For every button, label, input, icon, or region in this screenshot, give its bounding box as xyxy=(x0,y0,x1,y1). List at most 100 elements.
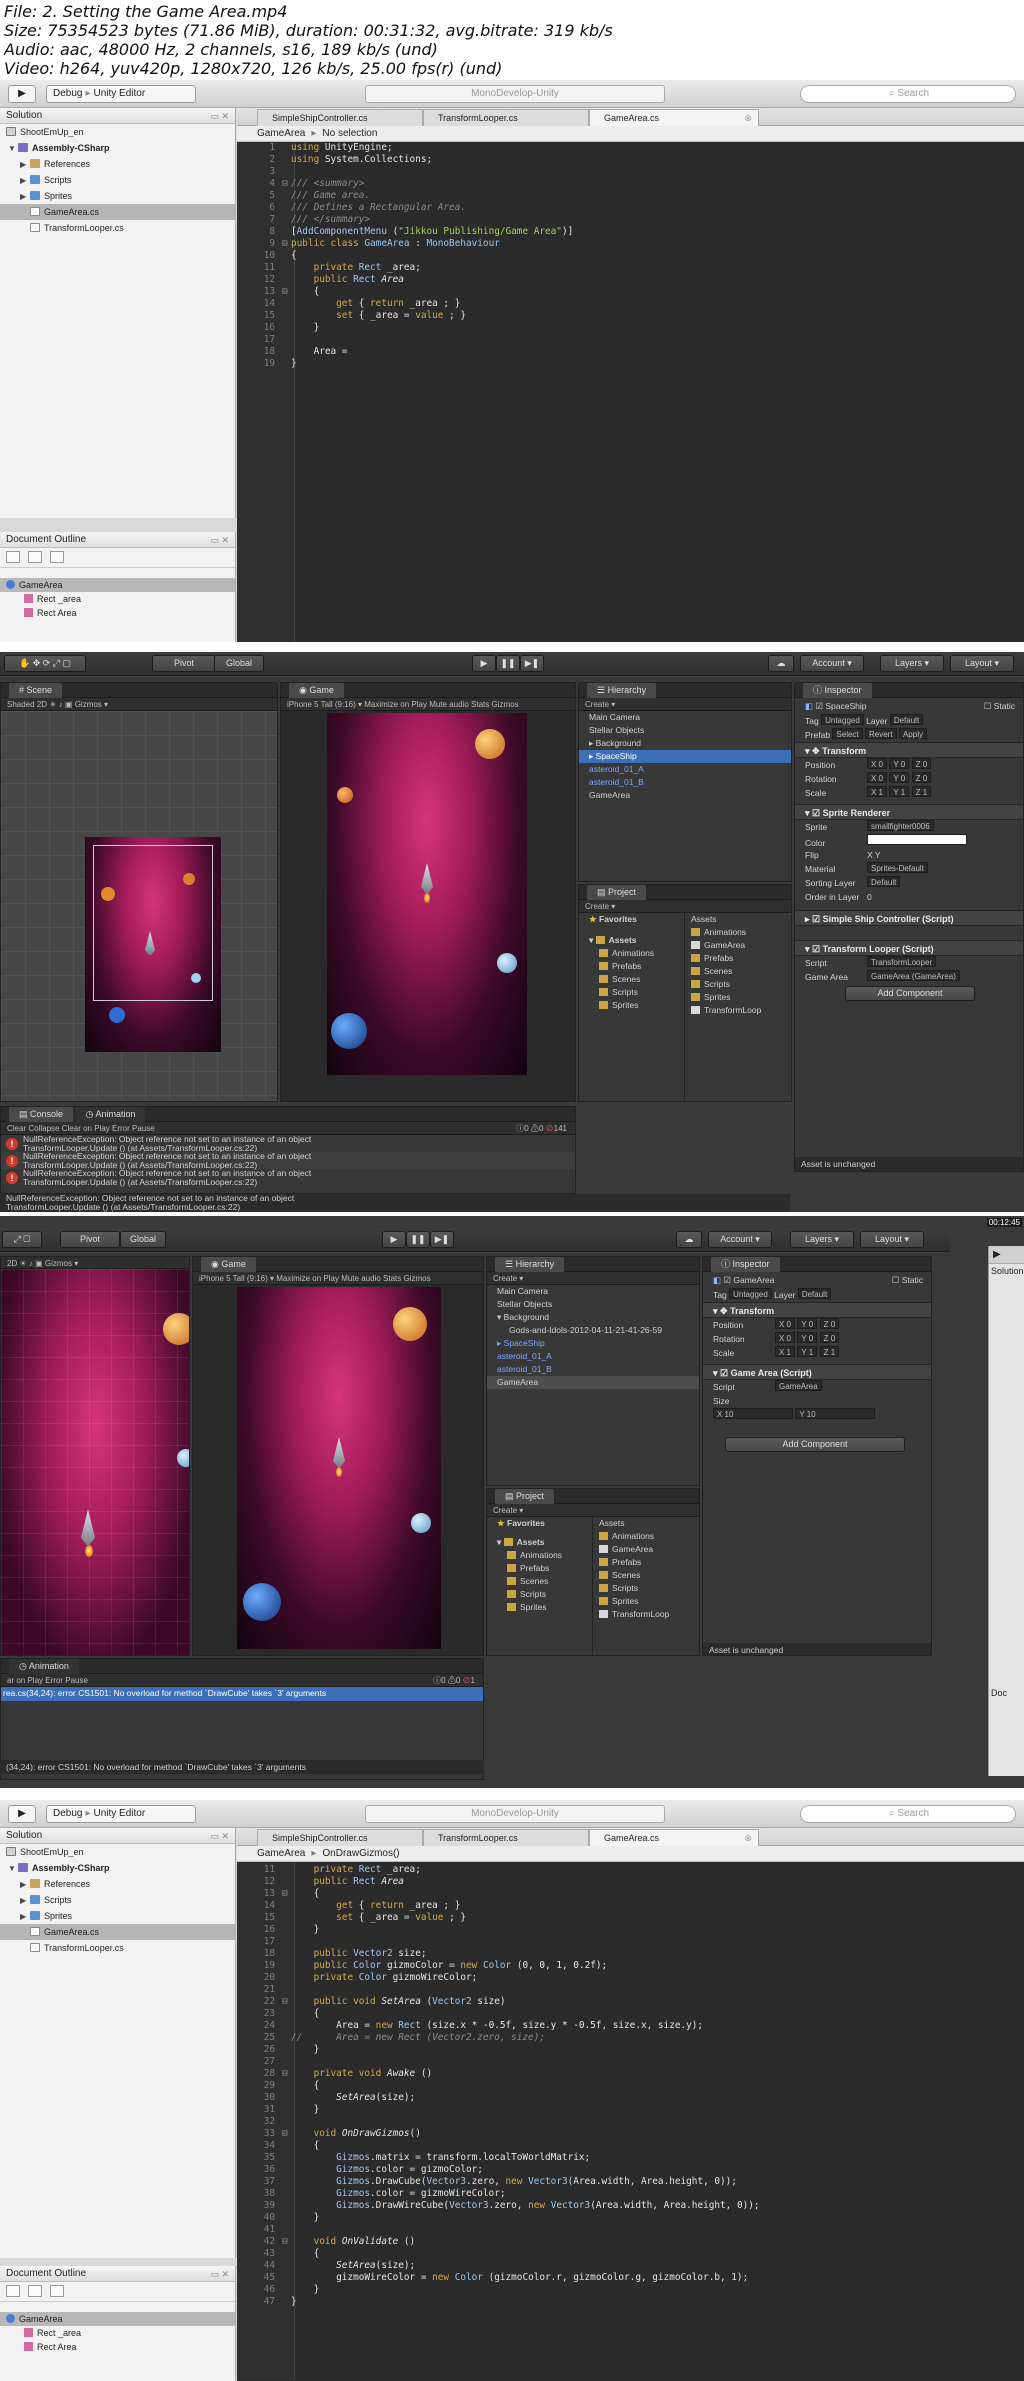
outline-tool-icon[interactable] xyxy=(6,2285,20,2297)
tree-gamearea-cs[interactable]: GameArea.cs xyxy=(0,1924,235,1940)
transform-tools[interactable]: ✋ ✥ ⟳ ⤢ ▢ xyxy=(4,655,86,672)
tab-simpleshipcontroller[interactable]: SimpleShipController.cs xyxy=(257,1829,423,1846)
code-line[interactable]: 47} xyxy=(237,2296,1024,2308)
tab-transformlooper[interactable]: TransformLooper.cs xyxy=(423,1829,589,1846)
code-line[interactable]: 33 ⊟ void OnDrawGizmos() xyxy=(237,2128,1024,2140)
code-line[interactable]: 14 get { return _area ; } xyxy=(237,298,1024,310)
asset-item[interactable]: Scripts xyxy=(595,1582,699,1595)
assets-root[interactable]: ▾ Assets xyxy=(487,1536,592,1549)
code-line[interactable]: 17 xyxy=(237,1936,1024,1948)
asset-item[interactable]: Prefabs xyxy=(595,1556,699,1569)
layout-dropdown[interactable]: Layout ▾ xyxy=(950,655,1014,672)
outline-tool-icon[interactable] xyxy=(50,2285,64,2297)
outline-class-item[interactable]: GameArea xyxy=(0,2312,235,2326)
console-error-line[interactable]: ! NullReferenceException: Object referenc… xyxy=(1,1135,575,1152)
code-line[interactable]: 23 { xyxy=(237,2008,1024,2020)
tab-gamearea[interactable]: GameArea.cs ⊗ xyxy=(589,109,759,126)
tl-component-header[interactable]: ▾ ☑ Transform Looper (Script) xyxy=(795,940,1023,956)
asset-item[interactable]: Prefabs xyxy=(687,952,791,965)
tab-transformlooper[interactable]: TransformLooper.cs xyxy=(423,109,589,126)
tree-sprites[interactable]: ▶ Sprites xyxy=(0,1908,235,1924)
add-component-button[interactable]: Add Component xyxy=(845,986,975,1001)
tree-transformlooper-cs[interactable]: TransformLooper.cs xyxy=(0,220,235,236)
pivot-toggle[interactable]: Pivot xyxy=(152,655,216,672)
favorites-item[interactable]: ★ Favorites xyxy=(579,913,684,926)
inspector-tab[interactable]: ⓘ Inspector xyxy=(703,1257,931,1272)
scene-grid[interactable] xyxy=(1,711,277,1101)
layer-dropdown[interactable]: Default xyxy=(797,1288,832,1299)
project-tab[interactable]: ▤ Project xyxy=(487,1489,699,1504)
code-line[interactable]: 21 xyxy=(237,1984,1024,1996)
object-name-field[interactable]: GameArea xyxy=(733,1275,774,1285)
cloud-button[interactable]: ☁ xyxy=(768,655,794,672)
pivot-toggle[interactable]: Pivot xyxy=(60,1231,120,1248)
asset-folder[interactable]: Sprites xyxy=(487,1601,592,1614)
code-line[interactable]: 9 ⊟ public class GameArea : MonoBehaviour xyxy=(237,238,1024,250)
step-button[interactable]: ▶❚ xyxy=(430,1231,454,1248)
search-box[interactable]: ⌕ Search xyxy=(800,1805,1016,1823)
code-line[interactable]: 35 Gizmos.matrix = transform.localToWorl… xyxy=(237,2152,1024,2164)
tag-dropdown[interactable]: Untagged xyxy=(821,714,864,725)
code-line[interactable]: 7 /// </summary> xyxy=(237,214,1024,226)
assets-breadcrumb[interactable]: Assets xyxy=(687,913,791,926)
tree-sprites[interactable]: ▶ Sprites xyxy=(0,188,235,204)
hierarchy-item[interactable]: ▾ Background xyxy=(487,1311,699,1324)
asset-item[interactable]: Sprites xyxy=(595,1595,699,1608)
code-line[interactable]: 41 xyxy=(237,2224,1024,2236)
run-button[interactable]: ▶ xyxy=(8,1805,36,1823)
hierarchy-item[interactable]: asteroid_01_B xyxy=(487,1363,699,1376)
code-line[interactable]: 28 ⊟ private void Awake () xyxy=(237,2068,1024,2080)
code-line[interactable]: 38 Gizmos.color = gizmoWireColor; xyxy=(237,2188,1024,2200)
code-line[interactable]: 16 } xyxy=(237,1924,1024,1936)
asset-folder[interactable]: Prefabs xyxy=(487,1562,592,1575)
ssc-component-header[interactable]: ▸ ☑ Simple Ship Controller (Script) xyxy=(795,910,1023,926)
code-line[interactable]: 12 public Rect Area xyxy=(237,274,1024,286)
hierarchy-item[interactable]: Stellar Objects xyxy=(579,724,791,737)
code-line[interactable]: 39 Gizmos.DrawWireCube(Vector3.zero, new… xyxy=(237,2200,1024,2212)
code-line[interactable]: 11 private Rect _area; xyxy=(237,262,1024,274)
layout-dropdown[interactable]: Layout ▾ xyxy=(860,1231,924,1248)
hierarchy-tab[interactable]: ☰ Hierarchy xyxy=(579,683,791,698)
static-toggle[interactable]: ☐ Static xyxy=(892,1272,923,1288)
hierarchy-toolbar[interactable]: Create ▾ xyxy=(579,698,791,711)
tree-project[interactable]: ▼ Assembly-CSharp xyxy=(0,140,235,156)
hierarchy-item[interactable]: Main Camera xyxy=(487,1285,699,1298)
asset-folder[interactable]: Scripts xyxy=(579,986,684,999)
fold-icon[interactable]: ⊟ xyxy=(279,1888,291,1900)
global-toggle[interactable]: Global xyxy=(214,655,264,672)
code-area[interactable]: 11 private Rect _area; 12 public Rect Are… xyxy=(237,1862,1024,2380)
asset-item[interactable]: GameArea xyxy=(595,1543,699,1556)
search-box[interactable]: ⌕ Search xyxy=(800,85,1016,103)
hierarchy-item[interactable]: asteroid_01_A xyxy=(579,763,791,776)
tree-references[interactable]: ▶ References xyxy=(0,1876,235,1892)
code-line[interactable]: 30 SetArea(size); xyxy=(237,2092,1024,2104)
assets-root[interactable]: ▾ Assets xyxy=(579,934,684,947)
outline-tool-icon[interactable] xyxy=(28,2285,42,2297)
code-line[interactable]: 44 SetArea(size); xyxy=(237,2260,1024,2272)
console-error-line[interactable]: rea.cs(34,24): error CS1501: No overload… xyxy=(1,1687,483,1701)
fold-icon[interactable]: ⊟ xyxy=(279,238,291,250)
code-line[interactable]: 46 } xyxy=(237,2284,1024,2296)
hierarchy-item[interactable]: Stellar Objects xyxy=(487,1298,699,1311)
account-dropdown[interactable]: Account ▾ xyxy=(708,1231,772,1248)
prefab-apply-button[interactable]: Apply xyxy=(898,728,927,739)
cloud-button[interactable]: ☁ xyxy=(676,1231,702,1248)
hierarchy-item[interactable]: asteroid_01_B xyxy=(579,776,791,789)
project-toolbar[interactable]: Create ▾ xyxy=(579,900,791,913)
outline-tool-icon[interactable] xyxy=(6,551,20,563)
asset-item[interactable]: Sprites xyxy=(687,991,791,1004)
layers-dropdown[interactable]: Layers ▾ xyxy=(790,1231,854,1248)
code-line[interactable]: 32 xyxy=(237,2116,1024,2128)
code-line[interactable]: 24 Area = new Rect (size.x * -0.5f, size… xyxy=(237,2020,1024,2032)
code-line[interactable]: 13 ⊟ { xyxy=(237,286,1024,298)
tree-scripts[interactable]: ▶ Scripts xyxy=(0,1892,235,1908)
hierarchy-item[interactable]: asteroid_01_A xyxy=(487,1350,699,1363)
inspector-tab[interactable]: ⓘ Inspector xyxy=(795,683,1023,698)
asset-item[interactable]: GameArea xyxy=(687,939,791,952)
tree-transformlooper-cs[interactable]: TransformLooper.cs xyxy=(0,1940,235,1956)
gamearea-component-header[interactable]: ▾ ☑ Game Area (Script) xyxy=(703,1364,931,1380)
play-button[interactable]: ▶ xyxy=(382,1231,406,1248)
project-tab[interactable]: ▤ Project xyxy=(579,885,791,900)
code-line[interactable]: 25 // Area = new Rect (Vector2.zero, size… xyxy=(237,2032,1024,2044)
hierarchy-item-selected[interactable]: GameArea xyxy=(487,1376,699,1389)
